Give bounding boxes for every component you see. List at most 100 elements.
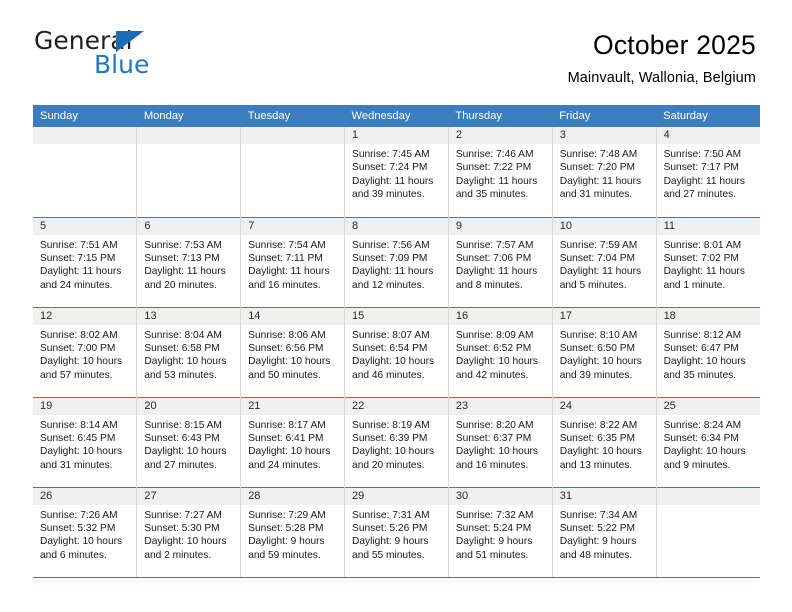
- calendar-day-cell-empty: [656, 486, 760, 578]
- page-header: General Blue October 2025 Mainvault, Wal…: [0, 0, 792, 100]
- calendar-day-cell[interactable]: 21 Sunrise: 8:17 AM Sunset: 6:41 PM Dayligh…: [240, 396, 346, 487]
- calendar-day-cell[interactable]: 8 Sunrise: 7:56 AM Sunset: 7:09 PM Daylight…: [344, 216, 449, 307]
- daylight-text-line2: and 24 minutes.: [248, 459, 321, 471]
- daylight-text-line2: and 51 minutes.: [455, 549, 529, 561]
- calendar-day-cell[interactable]: 4 Sunrise: 7:50 AM Sunset: 7:17 PM Daylight…: [656, 127, 760, 217]
- calendar-day-cell[interactable]: 10 Sunrise: 7:59 AM Sunset: 7:04 PM Dayligh…: [552, 216, 657, 307]
- daylight-text-line1: Daylight: 11 hours: [352, 266, 434, 278]
- calendar-weeks: 1 Sunrise: 7:45 AM Sunset: 7:24 PM Daylight…: [33, 127, 760, 578]
- day-details: Sunrise: 8:07 AM Sunset: 6:54 PM Daylight:…: [345, 325, 448, 383]
- day-number-empty: [137, 127, 241, 144]
- sunrise-text: Sunrise: 8:07 AM: [352, 329, 430, 341]
- sunrise-text: Sunrise: 7:48 AM: [559, 149, 638, 160]
- calendar-day-cell[interactable]: 6 Sunrise: 7:53 AM Sunset: 7:13 PM Daylight…: [136, 216, 242, 307]
- calendar-day-cell[interactable]: 24 Sunrise: 8:22 AM Sunset: 6:35 PM Dayligh…: [552, 396, 657, 487]
- calendar-day-cell[interactable]: 9 Sunrise: 7:57 AM Sunset: 7:06 PM Daylight…: [448, 216, 553, 307]
- calendar-day-cell[interactable]: 7 Sunrise: 7:54 AM Sunset: 7:11 PM Daylight…: [240, 216, 346, 307]
- calendar-day-cell[interactable]: 26 Sunrise: 7:26 AM Sunset: 5:32 PM Dayligh…: [33, 486, 138, 578]
- day-details: Sunrise: 8:10 AM Sunset: 6:50 PM Daylight:…: [553, 325, 656, 383]
- calendar-day-cell[interactable]: 16 Sunrise: 8:09 AM Sunset: 6:52 PM Dayligh…: [448, 306, 553, 397]
- calendar-day-cell[interactable]: 25 Sunrise: 8:24 AM Sunset: 6:34 PM Dayligh…: [656, 396, 760, 487]
- daylight-text-line2: and 16 minutes.: [455, 459, 529, 471]
- sunset-text: Sunset: 6:37 PM: [455, 432, 532, 444]
- calendar-day-cell[interactable]: 20 Sunrise: 8:15 AM Sunset: 6:43 PM Dayligh…: [136, 396, 242, 487]
- day-number: 8: [345, 217, 448, 235]
- calendar-day-cell[interactable]: 3 Sunrise: 7:48 AM Sunset: 7:20 PM Daylight…: [552, 127, 657, 217]
- calendar-day-cell[interactable]: 31 Sunrise: 7:34 AM Sunset: 5:22 PM Dayligh…: [552, 486, 657, 578]
- calendar-week-row: 19 Sunrise: 8:14 AM Sunset: 6:45 PM Dayligh…: [33, 396, 760, 487]
- sunrise-text: Sunrise: 8:20 AM: [455, 419, 534, 431]
- sunset-text: Sunset: 6:41 PM: [248, 432, 324, 444]
- day-details: Sunrise: 8:15 AM Sunset: 6:43 PM Daylight:…: [137, 415, 240, 473]
- day-details: Sunrise: 7:50 AM Sunset: 7:17 PM Daylight:…: [657, 144, 760, 202]
- day-number-empty: [656, 487, 760, 505]
- day-number: 31: [552, 487, 656, 505]
- daylight-text-line1: Daylight: 10 hours: [40, 446, 123, 458]
- calendar-day-cell[interactable]: 30 Sunrise: 7:32 AM Sunset: 5:24 PM Dayligh…: [448, 486, 553, 578]
- daylight-text-line1: Daylight: 11 hours: [663, 266, 745, 278]
- daylight-text-line1: Daylight: 10 hours: [455, 446, 538, 458]
- day-number: 2: [448, 127, 552, 144]
- calendar-day-cell[interactable]: 29 Sunrise: 7:31 AM Sunset: 5:26 PM Dayligh…: [344, 486, 449, 578]
- weekday-header-tuesday: Tuesday: [240, 105, 345, 127]
- calendar-day-cell[interactable]: 18 Sunrise: 8:12 AM Sunset: 6:47 PM Dayligh…: [656, 306, 760, 397]
- calendar-day-cell[interactable]: 22 Sunrise: 8:19 AM Sunset: 6:39 PM Dayligh…: [344, 396, 449, 487]
- daylight-text-line2: and 1 minute.: [663, 279, 726, 291]
- sunrise-text: Sunrise: 7:34 AM: [559, 509, 638, 521]
- daylight-text-line1: Daylight: 10 hours: [144, 536, 227, 548]
- calendar-day-cell[interactable]: 17 Sunrise: 8:10 AM Sunset: 6:50 PM Dayligh…: [552, 306, 657, 397]
- sunrise-text: Sunrise: 8:19 AM: [352, 419, 430, 431]
- calendar-day-cell[interactable]: 23 Sunrise: 8:20 AM Sunset: 6:37 PM Dayligh…: [448, 396, 553, 487]
- daylight-text-line2: and 20 minutes.: [352, 459, 425, 471]
- day-details: Sunrise: 8:02 AM Sunset: 7:00 PM Daylight:…: [33, 325, 136, 383]
- day-details: Sunrise: 7:51 AM Sunset: 7:15 PM Daylight:…: [33, 235, 136, 293]
- daylight-text-line1: Daylight: 11 hours: [40, 266, 122, 278]
- daylight-text-line2: and 5 minutes.: [559, 279, 627, 291]
- day-number: 29: [345, 487, 448, 505]
- day-number: 12: [33, 307, 137, 325]
- sunset-text: Sunset: 7:02 PM: [663, 252, 739, 264]
- daylight-text-line2: and 39 minutes.: [352, 189, 425, 201]
- sunrise-text: Sunrise: 7:32 AM: [455, 509, 534, 521]
- calendar-day-cell[interactable]: 11 Sunrise: 8:01 AM Sunset: 7:02 PM Dayligh…: [656, 216, 760, 307]
- day-details: Sunrise: 8:06 AM Sunset: 6:56 PM Daylight:…: [241, 325, 344, 383]
- daylight-text-line2: and 39 minutes.: [559, 369, 633, 381]
- calendar-day-cell[interactable]: 12 Sunrise: 8:02 AM Sunset: 7:00 PM Dayligh…: [33, 306, 138, 397]
- weekday-header-wednesday: Wednesday: [344, 105, 449, 127]
- daylight-text-line1: Daylight: 11 hours: [248, 266, 330, 278]
- weekday-header-monday: Monday: [136, 105, 241, 127]
- weekday-row: Sunday Monday Tuesday Wednesday Thursday Frid…: [33, 105, 760, 127]
- day-number: 13: [137, 307, 241, 325]
- daylight-text-line1: Daylight: 10 hours: [248, 356, 331, 368]
- calendar-day-cell[interactable]: 28 Sunrise: 7:29 AM Sunset: 5:28 PM Dayligh…: [240, 486, 346, 578]
- weekday-header-sunday: Sunday: [33, 105, 137, 127]
- day-details: Sunrise: 7:26 AM Sunset: 5:32 PM Daylight:…: [33, 505, 136, 563]
- day-number: 22: [345, 397, 448, 415]
- calendar-day-cell[interactable]: 27 Sunrise: 7:27 AM Sunset: 5:30 PM Dayligh…: [136, 486, 242, 578]
- sunrise-text: Sunrise: 7:56 AM: [352, 239, 430, 251]
- daylight-text-line2: and 27 minutes.: [663, 189, 737, 201]
- sunset-text: Sunset: 7:06 PM: [455, 252, 532, 264]
- calendar-day-cell[interactable]: 19 Sunrise: 8:14 AM Sunset: 6:45 PM Dayligh…: [33, 396, 138, 487]
- day-details: Sunrise: 7:59 AM Sunset: 7:04 PM Daylight:…: [553, 235, 656, 293]
- title-block: October 2025 Mainvault, Wallonia, Belgiu…: [568, 28, 756, 86]
- general-blue-logo[interactable]: General Blue: [34, 28, 224, 90]
- calendar-day-cell[interactable]: 13 Sunrise: 8:04 AM Sunset: 6:58 PM Dayligh…: [136, 306, 242, 397]
- daylight-text-line2: and 55 minutes.: [352, 549, 425, 561]
- calendar-day-cell[interactable]: 1 Sunrise: 7:45 AM Sunset: 7:24 PM Daylight…: [344, 127, 449, 217]
- daylight-text-line2: and 2 minutes.: [144, 549, 212, 561]
- calendar-day-cell[interactable]: 2 Sunrise: 7:46 AM Sunset: 7:22 PM Daylight…: [448, 127, 553, 217]
- daylight-text-line2: and 46 minutes.: [352, 369, 425, 381]
- day-number: 19: [33, 397, 137, 415]
- day-details: Sunrise: 8:14 AM Sunset: 6:45 PM Daylight:…: [33, 415, 136, 473]
- daylight-text-line2: and 31 minutes.: [559, 189, 633, 201]
- calendar-day-cell[interactable]: 5 Sunrise: 7:51 AM Sunset: 7:15 PM Daylight…: [33, 216, 138, 307]
- calendar-day-cell[interactable]: 15 Sunrise: 8:07 AM Sunset: 6:54 PM Dayligh…: [344, 306, 449, 397]
- day-number-empty: [241, 127, 345, 144]
- sunrise-text: Sunrise: 8:15 AM: [144, 419, 222, 431]
- calendar-day-cell[interactable]: 14 Sunrise: 8:06 AM Sunset: 6:56 PM Dayligh…: [240, 306, 346, 397]
- day-number: 10: [552, 217, 656, 235]
- calendar-week-row: 5 Sunrise: 7:51 AM Sunset: 7:15 PM Daylight…: [33, 216, 760, 307]
- daylight-text-line2: and 9 minutes.: [663, 459, 731, 471]
- weekday-header-friday: Friday: [552, 105, 657, 127]
